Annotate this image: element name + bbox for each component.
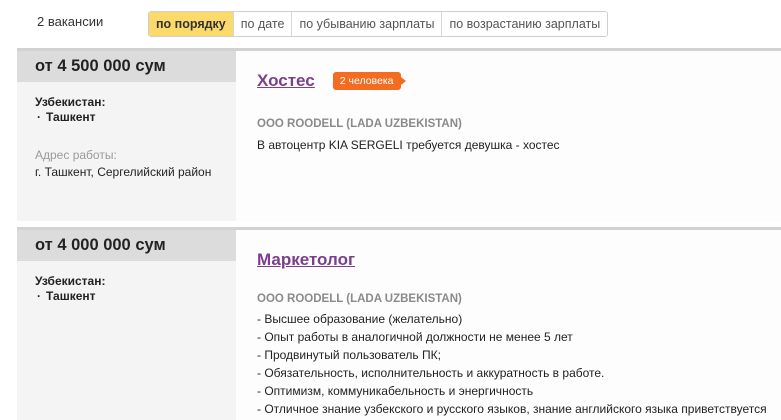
sort-options: по порядку по дате по убыванию зарплаты … — [148, 11, 609, 37]
description-line: - Высшее образование (желательно) — [257, 312, 463, 326]
vacancy-sidebar: от 4 000 000 сум Узбекистан: · Ташкент — [17, 230, 236, 420]
vacancy-count: 2 вакансии — [37, 14, 104, 29]
salary: от 4 500 000 сум — [17, 51, 236, 82]
vacancy-title-link[interactable]: Хостес — [257, 71, 315, 91]
company-name: ООО ROODELL (LADA UZBEKISTAN) — [257, 293, 462, 305]
region: Узбекистан: — [35, 274, 106, 288]
title-row: Маркетолог — [257, 250, 355, 270]
sort-salary-asc-button[interactable]: по возрастанию зарплаты — [441, 12, 608, 36]
people-count-badge: 2 человека — [332, 72, 406, 90]
vacancy-sidebar: от 4 500 000 сум Узбекистан: · Ташкент Ад… — [17, 51, 236, 221]
description-line: В автоцентр KIA SERGELI требуется девушк… — [257, 138, 560, 152]
address: г. Ташкент, Сергелийский район — [35, 165, 212, 179]
city: · Ташкент — [37, 110, 236, 124]
vacancy-card: от 4 500 000 сум Узбекистан: · Ташкент Ад… — [17, 48, 781, 221]
vacancy-description: В автоцентр KIA SERGELI требуется девушк… — [257, 136, 560, 154]
vacancy-body: Хостес 2 человека ООО ROODELL (LADA UZBE… — [236, 51, 781, 221]
description-line: - Продвинутый пользователь ПК; — [257, 348, 441, 362]
description-line: - Отличное знание узбекского и русского … — [257, 402, 767, 416]
city-name: Ташкент — [46, 289, 96, 303]
address-label: Адрес работы: — [35, 148, 117, 162]
city: · Ташкент — [37, 289, 236, 303]
sort-by-date-button[interactable]: по дате — [232, 12, 292, 36]
vacancy-card: от 4 000 000 сум Узбекистан: · Ташкент Ма… — [17, 227, 781, 420]
vacancy-title-link[interactable]: Маркетолог — [257, 250, 355, 270]
salary: от 4 000 000 сум — [17, 230, 236, 261]
sort-salary-desc-button[interactable]: по убыванию зарплаты — [291, 12, 442, 36]
company-name: ООО ROODELL (LADA UZBEKISTAN) — [257, 118, 462, 130]
bullet-icon: · — [37, 110, 41, 124]
vacancy-description: - Высшее образование (желательно) - Опыт… — [257, 310, 767, 418]
title-row: Хостес 2 человека — [257, 71, 406, 91]
description-line: - Оптимизм, коммуникабельность и энергич… — [257, 384, 534, 398]
region: Узбекистан: — [35, 95, 106, 109]
results-toolbar: 2 вакансии по порядку по дате по убывани… — [0, 0, 781, 45]
vacancy-body: Маркетолог ООО ROODELL (LADA UZBEKISTAN)… — [236, 230, 781, 420]
sort-default-button[interactable]: по порядку — [149, 12, 233, 36]
description-line: - Обязательность, исполнительность и акк… — [257, 366, 605, 380]
bullet-icon: · — [37, 289, 41, 303]
description-line: - Опыт работы в аналогичной должности не… — [257, 330, 573, 344]
city-name: Ташкент — [46, 110, 96, 124]
